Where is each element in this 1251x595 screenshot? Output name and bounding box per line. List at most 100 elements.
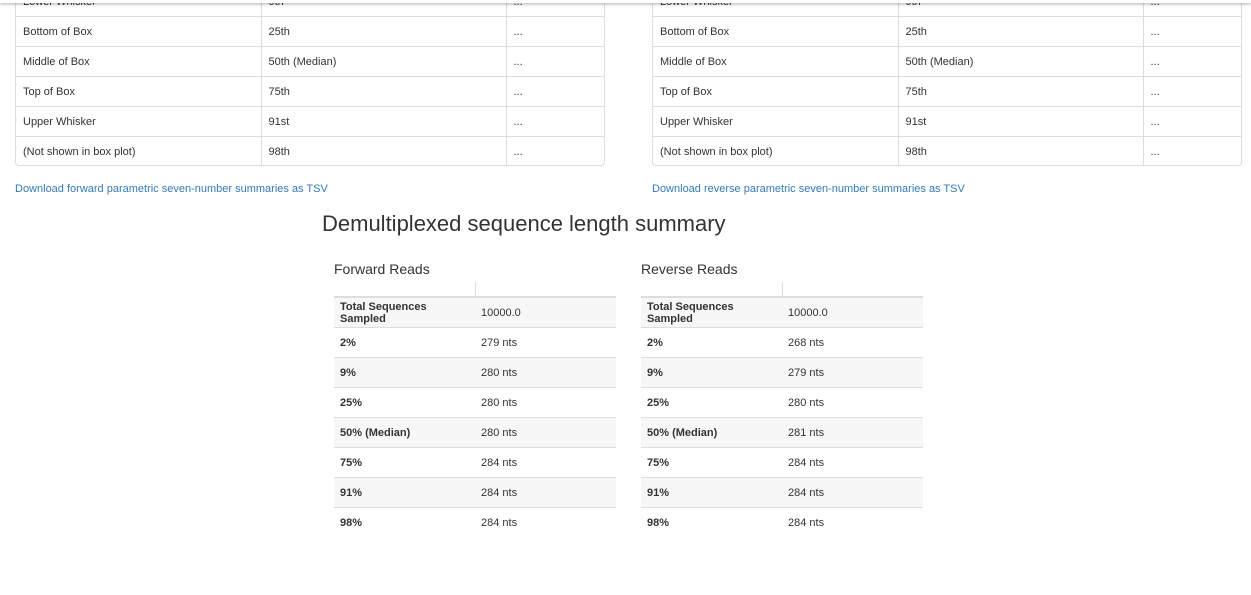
table-row: Total Sequences Sampled 10000.0: [334, 297, 616, 328]
row-value: ...: [505, 46, 604, 77]
table-row: Bottom of Box 25th ...: [653, 16, 1241, 47]
table-header-row: [334, 282, 616, 298]
row-label: Total Sequences Sampled: [641, 297, 782, 328]
row-value: ...: [1142, 46, 1241, 77]
header-cell: [781, 282, 923, 298]
table-row: Bottom of Box 25th ...: [16, 16, 604, 47]
table-row: 98% 284 nts: [641, 507, 923, 537]
table-row: (Not shown in box plot) 98th ...: [653, 136, 1241, 165]
table-header-row: [641, 282, 923, 298]
row-percentile: 25th: [260, 16, 506, 47]
row-value: 280 nts: [782, 387, 923, 418]
row-value: 284 nts: [782, 507, 923, 537]
row-value: 280 nts: [475, 417, 616, 448]
row-label: 98%: [641, 507, 782, 537]
row-percentile: 50th (Median): [897, 46, 1143, 77]
table-row: Top of Box 75th ...: [16, 76, 604, 107]
row-value: 10000.0: [475, 297, 616, 328]
row-value: ...: [1142, 16, 1241, 47]
table-row: 2% 279 nts: [334, 327, 616, 358]
row-value: 284 nts: [475, 447, 616, 478]
row-label: Middle of Box: [653, 46, 898, 77]
row-value: ...: [1142, 136, 1241, 165]
row-label: Top of Box: [16, 76, 261, 107]
reverse-parametric-summary-table: Lower Whisker 9th ... Bottom of Box 25th…: [652, 0, 1242, 166]
row-value: 279 nts: [475, 327, 616, 358]
reverse-reads-length-table: Total Sequences Sampled 10000.0 2% 268 n…: [641, 282, 923, 537]
row-label: 50% (Median): [641, 417, 782, 448]
table-row: 25% 280 nts: [334, 387, 616, 418]
row-percentile: 75th: [897, 76, 1143, 107]
table-row: 9% 279 nts: [641, 357, 923, 388]
row-percentile: 75th: [260, 76, 506, 107]
header-cell: [474, 282, 616, 298]
row-percentile: 25th: [897, 16, 1143, 47]
forward-reads-heading: Forward Reads: [334, 261, 430, 277]
table-row: 75% 284 nts: [641, 447, 923, 478]
row-percentile: 98th: [897, 136, 1143, 165]
row-label: 91%: [641, 477, 782, 508]
row-percentile: 50th (Median): [260, 46, 506, 77]
forward-reads-length-table: Total Sequences Sampled 10000.0 2% 279 n…: [334, 282, 616, 537]
row-value: 10000.0: [782, 297, 923, 328]
row-value: 284 nts: [475, 507, 616, 537]
row-value: 280 nts: [475, 357, 616, 388]
row-value: ...: [505, 76, 604, 107]
row-value: ...: [505, 16, 604, 47]
row-percentile: 91st: [260, 106, 506, 137]
row-value: 284 nts: [782, 447, 923, 478]
table-row: Total Sequences Sampled 10000.0: [641, 297, 923, 328]
row-value: 281 nts: [782, 417, 923, 448]
row-value: ...: [1142, 106, 1241, 137]
table-row: Middle of Box 50th (Median) ...: [16, 46, 604, 77]
window-top-edge: [0, 0, 1251, 3]
row-label: Bottom of Box: [653, 16, 898, 47]
table-row: 50% (Median) 281 nts: [641, 417, 923, 448]
table-row: Top of Box 75th ...: [653, 76, 1241, 107]
row-value: 268 nts: [782, 327, 923, 358]
row-label: 9%: [334, 357, 475, 388]
row-value: 284 nts: [782, 477, 923, 508]
row-label: Total Sequences Sampled: [334, 297, 475, 328]
table-row: Upper Whisker 91st ...: [16, 106, 604, 137]
row-label: Upper Whisker: [16, 106, 261, 137]
table-row: 50% (Median) 280 nts: [334, 417, 616, 448]
table-row: 25% 280 nts: [641, 387, 923, 418]
row-label: 98%: [334, 507, 475, 537]
row-label: 2%: [641, 327, 782, 358]
download-forward-tsv-link[interactable]: Download forward parametric seven-number…: [15, 183, 328, 195]
row-value: ...: [505, 136, 604, 165]
row-label: 75%: [641, 447, 782, 478]
row-label: Upper Whisker: [653, 106, 898, 137]
forward-parametric-summary-table: Lower Whisker 9th ... Bottom of Box 25th…: [15, 0, 605, 166]
table-row: 91% 284 nts: [334, 477, 616, 508]
header-cell: [334, 282, 475, 298]
table-row: Middle of Box 50th (Median) ...: [653, 46, 1241, 77]
row-value: 279 nts: [782, 357, 923, 388]
row-label: 9%: [641, 357, 782, 388]
table-row: 75% 284 nts: [334, 447, 616, 478]
reverse-reads-heading: Reverse Reads: [641, 261, 738, 277]
row-label: 91%: [334, 477, 475, 508]
row-label: 50% (Median): [334, 417, 475, 448]
row-label: Middle of Box: [16, 46, 261, 77]
row-value: 280 nts: [475, 387, 616, 418]
row-label: Top of Box: [653, 76, 898, 107]
table-row: 2% 268 nts: [641, 327, 923, 358]
row-label: (Not shown in box plot): [653, 136, 898, 165]
table-row: 98% 284 nts: [334, 507, 616, 537]
row-label: 25%: [334, 387, 475, 418]
table-row: Upper Whisker 91st ...: [653, 106, 1241, 137]
row-label: 2%: [334, 327, 475, 358]
row-value: ...: [505, 106, 604, 137]
table-row: 91% 284 nts: [641, 477, 923, 508]
table-row: 9% 280 nts: [334, 357, 616, 388]
row-label: Bottom of Box: [16, 16, 261, 47]
row-value: 284 nts: [475, 477, 616, 508]
section-title: Demultiplexed sequence length summary: [322, 211, 726, 236]
download-reverse-tsv-link[interactable]: Download reverse parametric seven-number…: [652, 183, 965, 195]
row-label: (Not shown in box plot): [16, 136, 261, 165]
row-percentile: 98th: [260, 136, 506, 165]
table-row: (Not shown in box plot) 98th ...: [16, 136, 604, 165]
row-label: 25%: [641, 387, 782, 418]
